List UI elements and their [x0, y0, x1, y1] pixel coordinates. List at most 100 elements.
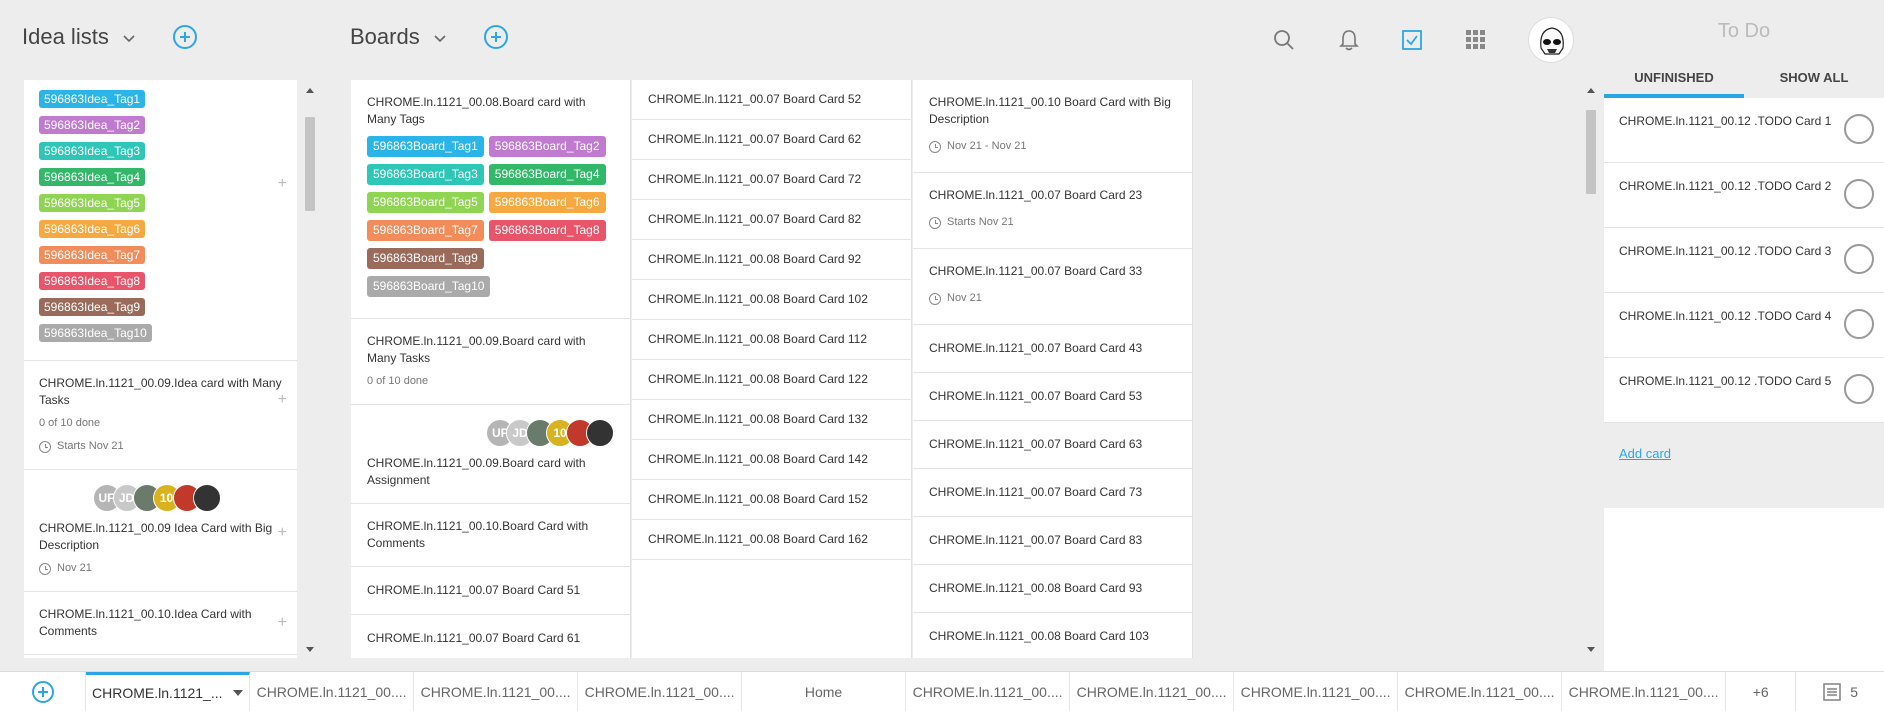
board-card[interactable]: CHROME.ln.1121_00.10 Board Card with Big… [913, 80, 1192, 173]
add-idea-list-button[interactable] [172, 25, 197, 49]
tab-unfinished[interactable]: UNFINISHED [1604, 60, 1744, 98]
idea-scrollbar[interactable] [303, 80, 317, 658]
scroll-thumb[interactable] [305, 117, 315, 211]
board-card[interactable]: CHROME.ln.1121_00.07 Board Card 63 [913, 421, 1192, 469]
todo-checkbox[interactable] [1844, 374, 1874, 404]
idea-card[interactable]: CHROME.ln.1121_00.10.Idea Card with Comm… [24, 592, 297, 655]
board-card[interactable]: CHROME.ln.1121_00.08 Board Card 142 [632, 440, 911, 480]
bottom-tab-label: CHROME.ln.1121_00.... [420, 683, 571, 700]
board-card[interactable]: CHROME.ln.1121_00.08 Board Card 122 [632, 360, 911, 400]
add-icon[interactable]: + [278, 175, 287, 193]
todo-item[interactable]: CHROME.ln.1121_00.12 .TODO Card 2 [1604, 163, 1884, 228]
board-card[interactable]: CHROME.ln.1121_00.08 Board Card 112 [632, 320, 911, 360]
todo-checkbox[interactable] [1844, 114, 1874, 144]
idea-list-column: 596863Idea_Tag1 596863Idea_Tag2 596863Idea… [24, 80, 297, 658]
board-card[interactable]: CHROME.ln.1121_00.08 Board Card 93 [913, 565, 1192, 613]
idea-card[interactable]: CHROME.ln.1121_00.09.Idea card with Many… [24, 361, 297, 470]
board-card-many-tags[interactable]: CHROME.ln.1121_00.08.Board card with Man… [351, 80, 630, 319]
bottom-tab[interactable]: CHROME.ln.1121_... [86, 672, 251, 711]
todo-checkbox[interactable] [1844, 244, 1874, 274]
grid-icon[interactable] [1462, 26, 1490, 54]
tab-show-all[interactable]: SHOW ALL [1744, 60, 1884, 98]
bottom-tab[interactable]: CHROME.ln.1121_00.... [414, 672, 579, 711]
board-card[interactable]: CHROME.ln.1121_00.07 Board Card 62 [632, 120, 911, 160]
board-card[interactable]: CHROME.ln.1121_00.07 Board Card 73 [913, 469, 1192, 517]
idea-lists-group: Idea lists [22, 24, 197, 50]
todo-checkbox[interactable] [1844, 309, 1874, 339]
search-icon[interactable] [1270, 26, 1298, 54]
board-card[interactable]: CHROME.ln.1121_00.08 Board Card 132 [632, 400, 911, 440]
todo-item[interactable]: CHROME.ln.1121_00.12 .TODO Card 5 [1604, 358, 1884, 423]
board-card[interactable]: CHROME.ln.1121_00.07 Board Card 33 Nov 2… [913, 249, 1192, 325]
board-tag: 596863Board_Tag2 [488, 136, 606, 157]
more-tabs-button[interactable]: +6 [1726, 672, 1797, 711]
bottom-tab[interactable]: CHROME.ln.1121_00.... [906, 672, 1071, 711]
board-card[interactable]: CHROME.ln.1121_00.07 Board Card 53 [913, 373, 1192, 421]
board-card[interactable]: CHROME.ln.1121_00.07 Board Card 83 [913, 517, 1192, 565]
chevron-down-icon[interactable] [434, 35, 446, 43]
board-card[interactable]: CHROME.ln.1121_00.07 Board Card 82 [632, 200, 911, 240]
bottom-tab[interactable]: Home [742, 672, 907, 711]
scroll-down-icon[interactable] [306, 647, 314, 652]
date-text: Starts Nov 21 [947, 216, 1014, 228]
board-card-title: CHROME.ln.1121_00.07 Board Card 73 [929, 485, 1143, 499]
idea-lists-title[interactable]: Idea lists [22, 24, 109, 50]
tab-count[interactable]: 5 [1796, 672, 1884, 711]
board-card[interactable]: CHROME.ln.1121_00.08 Board Card 92 [632, 240, 911, 280]
board-scrollbar[interactable] [1584, 80, 1598, 658]
board-card-assignment[interactable]: UF JD 10 CHROME.ln.1121_00.09.Board card w… [351, 405, 630, 504]
checkbox-icon[interactable] [1398, 26, 1426, 54]
board-card[interactable]: CHROME.ln.1121_00.08 Board Card 102 [632, 280, 911, 320]
board-card[interactable]: CHROME.ln.1121_00.08 Board Card 103 [913, 613, 1192, 658]
todo-item-label: CHROME.ln.1121_00.12 .TODO Card 3 [1619, 244, 1832, 258]
bottom-tab[interactable]: CHROME.ln.1121_00.... [250, 672, 415, 711]
board-card[interactable]: CHROME.ln.1121_00.07 Board Card 51 [351, 567, 630, 615]
assignee-avatar[interactable] [192, 484, 221, 512]
board-card-many-tasks[interactable]: CHROME.ln.1121_00.09.Board card with Man… [351, 319, 630, 405]
bottom-tab[interactable]: CHROME.ln.1121_00.... [1398, 672, 1563, 711]
chevron-down-icon[interactable] [123, 35, 135, 43]
board-card-comments[interactable]: CHROME.ln.1121_00.10.Board Card with Com… [351, 504, 630, 567]
bottom-tab[interactable]: CHROME.ln.1121_00.... [1070, 672, 1235, 711]
board-card-title: CHROME.ln.1121_00.08.Board card with Man… [367, 95, 586, 126]
board-card[interactable]: CHROME.ln.1121_00.08 Board Card 162 [632, 520, 911, 560]
board-card[interactable]: CHROME.ln.1121_00.07 Board Card 72 [632, 160, 911, 200]
idea-card[interactable]: UF JD 10 CHROME.ln.1121_00.09 Idea Card wi… [24, 470, 297, 592]
tab-dropdown-icon[interactable] [232, 690, 243, 696]
todo-item[interactable]: CHROME.ln.1121_00.12 .TODO Card 1 [1604, 98, 1884, 163]
date-text: Starts Nov 21 [57, 440, 124, 452]
bottom-tab-label: CHROME.ln.1121_00.... [1404, 683, 1555, 700]
idea-card-date: Nov 21 [39, 560, 282, 577]
board-card[interactable]: CHROME.ln.1121_00.07 Board Card 43 [913, 325, 1192, 373]
bottom-tab[interactable]: CHROME.ln.1121_00.... [1234, 672, 1399, 711]
user-avatar[interactable] [1528, 17, 1574, 63]
todo-tabs: UNFINISHED SHOW ALL [1604, 60, 1884, 98]
scroll-down-icon[interactable] [1587, 647, 1595, 652]
add-card-link[interactable]: Add card [1619, 446, 1671, 461]
todo-item-label: CHROME.ln.1121_00.12 .TODO Card 1 [1619, 114, 1832, 128]
boards-title[interactable]: Boards [350, 24, 420, 50]
board-card[interactable]: CHROME.ln.1121_00.07 Board Card 61 [351, 615, 630, 658]
scroll-up-icon[interactable] [1587, 88, 1595, 93]
todo-checkbox[interactable] [1844, 179, 1874, 209]
todo-item[interactable]: CHROME.ln.1121_00.12 .TODO Card 3 [1604, 228, 1884, 293]
todo-item[interactable]: CHROME.ln.1121_00.12 .TODO Card 4 [1604, 293, 1884, 358]
board-card[interactable]: CHROME.ln.1121_00.08 Board Card 152 [632, 480, 911, 520]
add-icon[interactable]: + [278, 614, 287, 631]
idea-card-many-tags[interactable]: 596863Idea_Tag1 596863Idea_Tag2 596863Idea… [24, 80, 297, 361]
scroll-up-icon[interactable] [306, 88, 314, 93]
assignee-avatar[interactable] [586, 419, 614, 447]
add-icon[interactable]: + [278, 524, 287, 541]
add-board-button[interactable] [483, 25, 508, 49]
board-card[interactable]: CHROME.ln.1121_00.07 Board Card 52 [632, 80, 911, 120]
board-card[interactable]: CHROME.ln.1121_00.07 Board Card 23 Start… [913, 173, 1192, 249]
idea-tag: 596863Idea_Tag5 [39, 194, 146, 212]
bell-icon[interactable] [1335, 26, 1363, 54]
add-icon[interactable]: + [278, 391, 287, 408]
bottom-tab[interactable]: CHROME.ln.1121_00.... [578, 672, 743, 711]
bottom-tab-label: CHROME.ln.1121_00.... [912, 683, 1063, 700]
scroll-thumb[interactable] [1586, 110, 1596, 194]
bottom-tab[interactable]: CHROME.ln.1121_00.... [1562, 672, 1727, 711]
add-tab-button[interactable] [31, 680, 54, 703]
board-card-title: CHROME.ln.1121_00.07 Board Card 83 [929, 533, 1143, 547]
